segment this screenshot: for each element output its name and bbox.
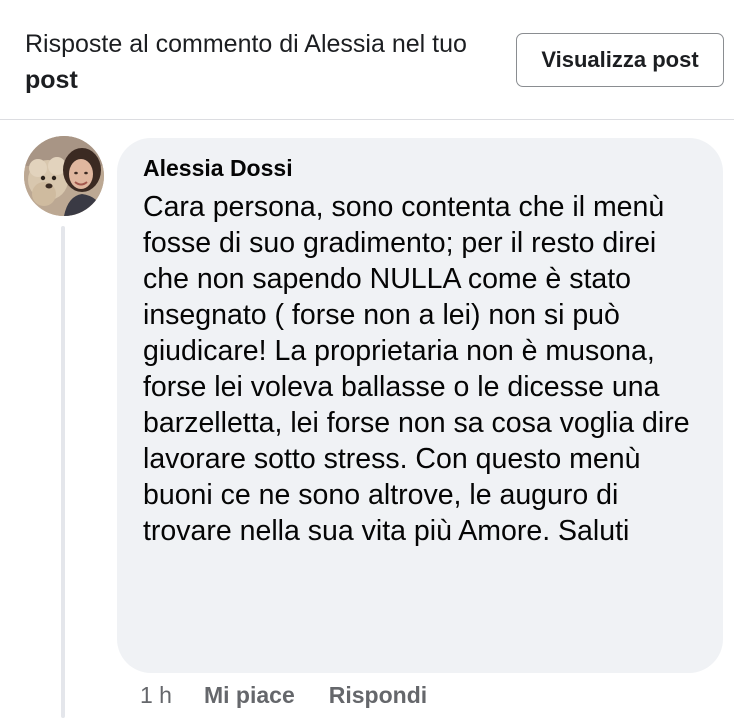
comment-timestamp[interactable]: 1 h bbox=[140, 682, 172, 709]
comment-author[interactable]: Alessia Dossi bbox=[143, 153, 699, 183]
like-button[interactable]: Mi piace bbox=[204, 682, 295, 709]
thread-line bbox=[61, 226, 65, 718]
view-post-button[interactable]: Visualizza post bbox=[516, 33, 724, 87]
reply-button[interactable]: Rispondi bbox=[329, 682, 427, 709]
comment-actions: 1 h Mi piace Rispondi bbox=[140, 680, 427, 710]
comment-text: Cara persona, sono contenta che il menù … bbox=[143, 191, 690, 547]
page-title-bold: post bbox=[25, 66, 78, 94]
avatar[interactable] bbox=[24, 136, 104, 216]
page-title: Risposte al commento di Alessia nel tuo … bbox=[25, 26, 495, 98]
page-header: Risposte al commento di Alessia nel tuo … bbox=[0, 0, 734, 120]
avatar-photo bbox=[24, 136, 104, 216]
comment-bubble: Alessia Dossi Cara persona, sono content… bbox=[117, 138, 723, 673]
page-title-text: Risposte al commento di Alessia nel tuo bbox=[25, 30, 467, 58]
